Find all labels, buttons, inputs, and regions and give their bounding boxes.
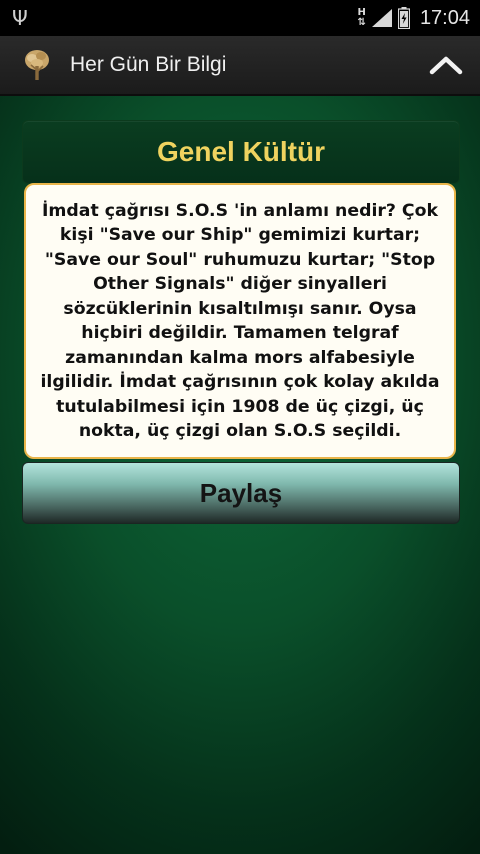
status-bar: Ψ H ⇅ 17:04 xyxy=(0,0,480,36)
clock: 17:04 xyxy=(419,6,470,29)
category-header: Genel Kültür xyxy=(22,120,460,184)
action-bar: Her Gün Bir Bilgi xyxy=(0,36,480,96)
share-button-label: Paylaş xyxy=(199,477,283,508)
category-title: Genel Kültür xyxy=(156,136,325,167)
app-title: Her Gün Bir Bilgi xyxy=(70,53,227,76)
status-left: Ψ xyxy=(12,6,28,30)
chevron-up-icon xyxy=(429,56,463,75)
fact-text-box: İmdat çağrısı S.O.S 'in anlamı nedir? Ço… xyxy=(24,183,456,459)
network-type-icon: H ⇅ xyxy=(357,7,366,28)
share-button[interactable]: Paylaş xyxy=(22,462,460,524)
status-right: H ⇅ 17:04 xyxy=(358,7,470,30)
usb-icon: Ψ xyxy=(12,6,28,30)
fact-text: İmdat çağrısı S.O.S 'in anlamı nedir? Ço… xyxy=(40,200,440,442)
collapse-button[interactable] xyxy=(426,45,466,85)
tree-app-icon[interactable] xyxy=(22,48,52,82)
battery-icon xyxy=(397,7,410,29)
signal-icon xyxy=(371,9,392,27)
